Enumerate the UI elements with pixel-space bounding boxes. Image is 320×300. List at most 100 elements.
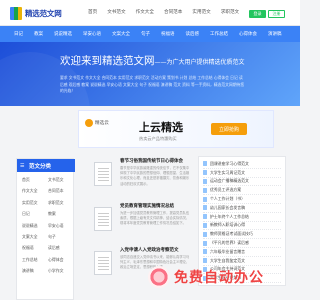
category-link[interactable]: 文案大全 [112, 31, 130, 37]
sidebar-item[interactable]: 教案 [48, 211, 72, 217]
article-thumbnail [94, 251, 112, 275]
category-link[interactable]: 说说精选 [54, 31, 72, 37]
category-link[interactable]: 教案 [34, 31, 43, 37]
list-item[interactable]: 护士年终个人工作总结 [203, 213, 281, 222]
banner-tagline: 热卖云产品特惠购买 [139, 136, 177, 141]
list-item-title[interactable]: 护士年终个人工作总结 [210, 214, 249, 220]
list-item-title[interactable]: 幼儿园家长会发言稿 [210, 205, 245, 211]
sidebar-item[interactable]: 求职范文 [48, 200, 72, 206]
site-logo[interactable]: 精选范文网 [10, 6, 62, 20]
list-item-title[interactable]: 优秀员工评选方案 [210, 187, 241, 193]
category-link[interactable]: 祝福语 [161, 31, 175, 37]
article-card[interactable]: 春节习俗我国传统节日心得体会 春节是中华民族最隆重的传统佳节，它不仅集中体现了中… [94, 158, 189, 202]
list-item-title[interactable]: 新教师入职培训心得 [210, 222, 245, 228]
nav-link-documents[interactable]: 文书范文 [107, 9, 125, 15]
list-item[interactable]: 团课讲座学习心得范文 [203, 160, 281, 169]
ad-banner[interactable]: 精选云 上云精选 热卖云产品特惠购买 立即抢购 [78, 110, 274, 148]
list-item-title[interactable]: 《平凡的世界》读后感 [210, 240, 249, 246]
category-link[interactable]: 句子 [141, 31, 150, 37]
cloud-brand-icon [85, 119, 93, 127]
sidebar-item[interactable]: 小学作文 [48, 268, 72, 274]
list-item[interactable]: 教师资格证考试面试技巧 [203, 230, 281, 240]
category-link[interactable]: 心得体会 [239, 31, 257, 37]
logo-text: 精选范文网 [25, 8, 62, 18]
sidebar-item[interactable]: 实用范文 [22, 200, 46, 206]
watermark-overlay: 免费自动办公 [148, 266, 264, 288]
sidebar-item[interactable]: 工作总结 [22, 257, 46, 263]
sidebar-item[interactable]: 读后感 [48, 245, 72, 251]
list-item[interactable]: 优秀员工评选方案 [203, 186, 281, 196]
document-icon [203, 178, 207, 184]
list-item[interactable]: 幼儿园家长会发言稿 [203, 204, 281, 213]
category-link[interactable]: 早安心语 [83, 31, 101, 37]
nav-link-essays[interactable]: 作文大全 [136, 9, 154, 15]
document-icon [203, 161, 207, 167]
sidebar-item[interactable]: 日记 [22, 211, 46, 217]
register-button[interactable]: 注册 [268, 10, 285, 18]
category-link[interactable]: 日记 [14, 31, 23, 37]
document-icon [203, 222, 207, 228]
sidebar-item[interactable]: 文书范文 [48, 177, 72, 183]
document-icon [203, 205, 207, 211]
category-link[interactable]: 工作总结 [210, 31, 228, 37]
sidebar-item[interactable]: 演讲稿 [22, 268, 46, 274]
top-nav: 首页 文书范文 作文大全 合同范本 实用范文 求职范文 [88, 9, 239, 15]
buy-now-button[interactable]: 立即抢购 [211, 123, 247, 135]
article-snippet: 春节是中华民族最隆重的传统佳节，它不仅集中体现了中华民族的思想信仰、理想愿望、生… [120, 166, 190, 186]
list-item-title[interactable]: 六年级毕业留言赠言 [210, 249, 245, 255]
hero-title: 欢迎来到精选范文网——为广大用户提供精选优质范文 [60, 53, 245, 68]
article-title[interactable]: 入党申请人入党政治考察范文 [120, 247, 179, 253]
banner-brand: 精选云 [85, 119, 109, 127]
list-item[interactable]: 运动会广播稿精选范文 [203, 178, 281, 187]
document-icon [203, 170, 207, 176]
nav-link-home[interactable]: 首页 [88, 9, 97, 15]
hero-description: 要求 文书范文 作文大全 合同范本 实用范文 求职范文 活动方案 策划书 计划 … [60, 75, 245, 94]
hero-title-main: 欢迎来到精选范文网 [60, 55, 155, 67]
document-icon [203, 187, 207, 193]
category-sidebar: 范文分类 首页 文书范文 作文大全 合同范本 实用范文 求职范文 日记 教案 说… [16, 158, 75, 300]
hero-subtitle: ——为广大用户提供精选优质范文 [154, 59, 245, 66]
article-thumbnail [94, 162, 112, 186]
list-item[interactable]: 六年级毕业留言赠言 [203, 248, 281, 257]
watermark-logo-icon [148, 266, 170, 288]
document-icon [203, 258, 207, 264]
nav-link-jobs[interactable]: 求职范文 [221, 9, 239, 15]
hero-banner: 欢迎来到精选范文网——为广大用户提供精选优质范文 要求 文书范文 作文大全 合同… [0, 42, 300, 106]
sidebar-item[interactable]: 句子 [48, 234, 72, 240]
article-snippet: 为进一步加强党员教育管理工作，提高党员队伍素质，根据上级有关文件精神，结合实际情… [120, 211, 190, 226]
list-item[interactable]: 《平凡的世界》读后感 [203, 239, 281, 248]
category-link[interactable]: 演讲稿 [268, 31, 282, 37]
document-icon [203, 196, 207, 202]
banner-brand-text: 精选云 [95, 121, 109, 126]
login-button[interactable]: 登录 [249, 10, 266, 18]
document-icon [203, 214, 207, 220]
sidebar-item[interactable]: 文案大全 [22, 234, 46, 240]
article-card[interactable]: 党员教育管理实施情况总结 为进一步加强党员教育管理工作，提高党员队伍素质，根据上… [94, 203, 189, 247]
sidebar-item[interactable]: 祝福语 [22, 245, 46, 251]
article-title[interactable]: 党员教育管理实施情况总结 [120, 203, 174, 209]
sidebar-item[interactable]: 作文大全 [22, 188, 46, 194]
list-item[interactable]: 个人工作计划（书） [203, 195, 281, 204]
list-item-title[interactable]: 大学生实习周记范文 [210, 170, 245, 176]
category-link[interactable]: 读后感 [186, 31, 200, 37]
watermark-text: 免费自动办公 [174, 270, 264, 286]
nav-link-contracts[interactable]: 合同范本 [164, 9, 182, 15]
list-item-title[interactable]: 运动会广播稿精选范文 [210, 178, 249, 184]
list-item-title[interactable]: 教师资格证考试面试技巧 [210, 231, 253, 237]
list-item-title[interactable]: 个人工作计划（书） [210, 196, 245, 202]
sidebar-item[interactable]: 说说精选 [22, 223, 46, 229]
nav-link-practical[interactable]: 实用范文 [192, 9, 210, 15]
document-icon [203, 240, 207, 246]
list-item[interactable]: 新教师入职培训心得 [203, 222, 281, 231]
category-nav: 日记 教案 说说精选 早安心语 文案大全 句子 祝福语 读后感 工作总结 心得体… [0, 26, 300, 42]
article-title[interactable]: 春节习俗我国传统节日心得体会 [120, 158, 183, 164]
sidebar-item[interactable]: 首页 [22, 177, 46, 183]
sidebar-item[interactable]: 合同范本 [48, 188, 72, 194]
sidebar-item[interactable]: 早安心语 [48, 223, 72, 229]
list-item-title[interactable]: 大学生自我鉴定范文 [210, 258, 245, 264]
list-item[interactable]: 大学生实习周记范文 [203, 169, 281, 178]
list-item[interactable]: 大学生自我鉴定范文 [203, 257, 281, 266]
banner-heading: 上云精选 [139, 121, 183, 134]
list-item-title[interactable]: 团课讲座学习心得范文 [210, 161, 249, 167]
sidebar-item[interactable]: 心得体会 [48, 257, 72, 263]
